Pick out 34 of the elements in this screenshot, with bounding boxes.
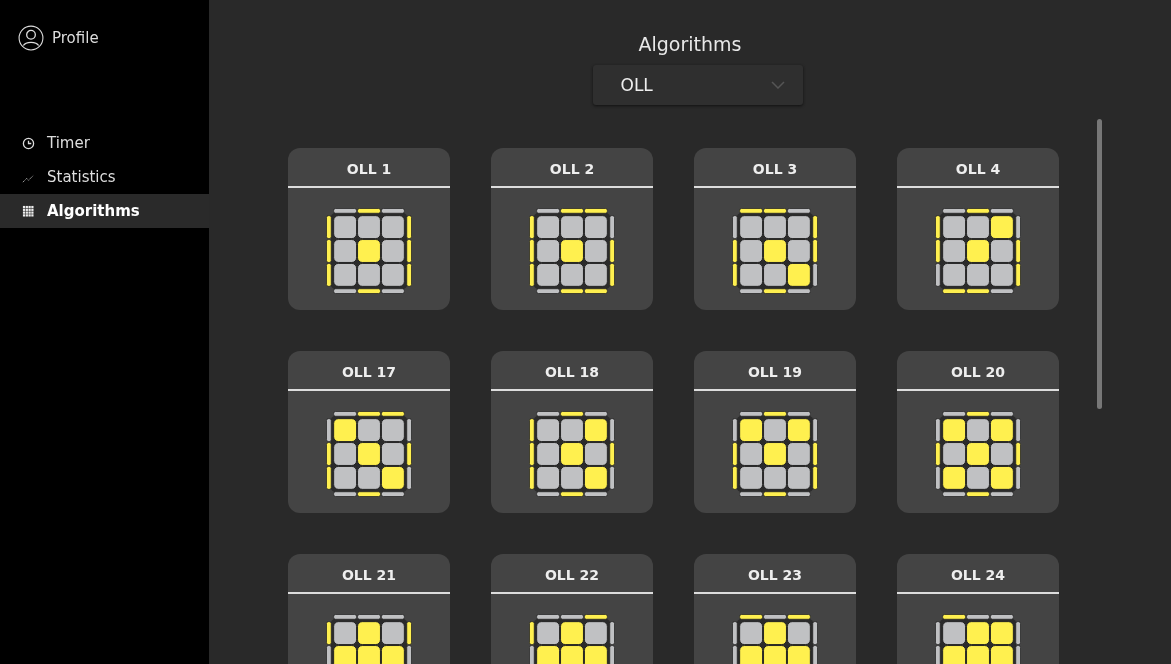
card-title: OLL 18 xyxy=(491,351,653,391)
user-icon[interactable] xyxy=(18,25,44,51)
nav-item[interactable]: Algorithms xyxy=(0,194,209,228)
card-title: OLL 22 xyxy=(491,554,653,594)
algorithm-card[interactable]: OLL 23 xyxy=(694,554,856,664)
card-title: OLL 2 xyxy=(491,148,653,188)
algorithm-card[interactable]: OLL 24 xyxy=(897,554,1059,664)
card-title: OLL 1 xyxy=(288,148,450,188)
algorithm-card[interactable]: OLL 1 xyxy=(288,148,450,310)
nav-item[interactable]: Timer xyxy=(0,126,209,160)
page-title: Algorithms xyxy=(638,33,742,55)
algorithm-card[interactable]: OLL 21 xyxy=(288,554,450,664)
card-title: OLL 4 xyxy=(897,148,1059,188)
card-title: OLL 17 xyxy=(288,351,450,391)
algorithm-card[interactable]: OLL 17 xyxy=(288,351,450,513)
card-title: OLL 23 xyxy=(694,554,856,594)
clock-icon xyxy=(22,136,35,150)
chevron-down-icon xyxy=(770,81,785,89)
algorithm-card[interactable]: OLL 20 xyxy=(897,351,1059,513)
grid-icon xyxy=(22,204,35,218)
algorithm-card[interactable]: OLL 19 xyxy=(694,351,856,513)
nav-item[interactable]: Statistics xyxy=(0,160,209,194)
card-title: OLL 21 xyxy=(288,554,450,594)
algorithm-set-dropdown[interactable]: OLL xyxy=(592,65,803,105)
algorithm-card[interactable]: OLL 2 xyxy=(491,148,653,310)
card-title: OLL 3 xyxy=(694,148,856,188)
profile-link[interactable]: Profile xyxy=(52,29,99,47)
card-title: OLL 24 xyxy=(897,554,1059,594)
card-title: OLL 20 xyxy=(897,351,1059,391)
algorithm-card[interactable]: OLL 3 xyxy=(694,148,856,310)
algorithm-card[interactable]: OLL 4 xyxy=(897,148,1059,310)
algorithm-card[interactable]: OLL 22 xyxy=(491,554,653,664)
card-title: OLL 19 xyxy=(694,351,856,391)
algorithm-card[interactable]: OLL 18 xyxy=(491,351,653,513)
